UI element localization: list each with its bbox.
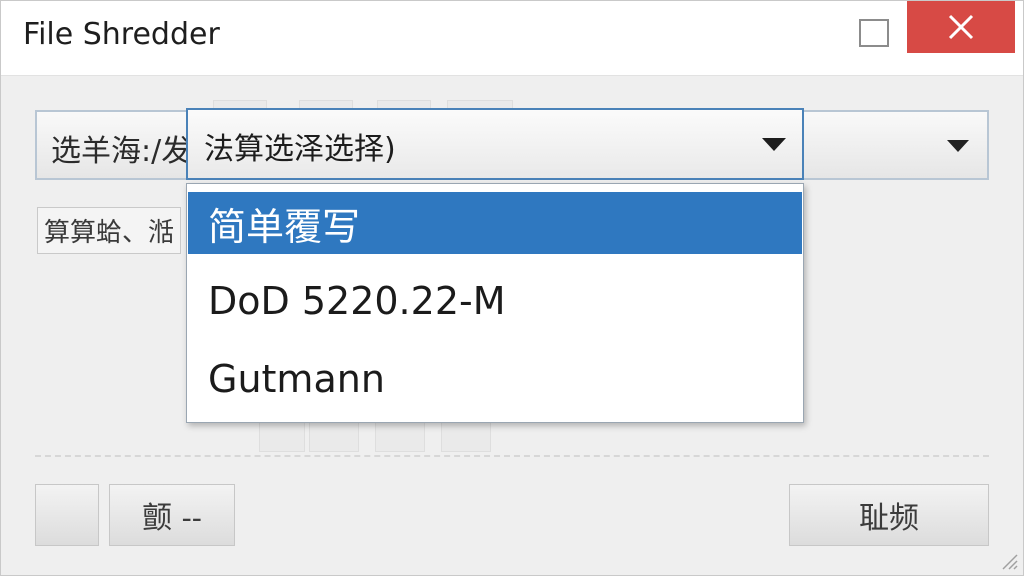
chevron-down-icon[interactable] bbox=[947, 140, 969, 152]
chevron-down-icon[interactable] bbox=[762, 138, 786, 151]
side-label: 算算蛤、湉 bbox=[37, 207, 182, 254]
options-button[interactable]: 颤 -- bbox=[109, 484, 235, 546]
window-title: File Shredder bbox=[23, 17, 220, 52]
resize-grip-icon[interactable] bbox=[999, 551, 1019, 571]
title-bar: File Shredder bbox=[1, 1, 1023, 76]
algorithm-select[interactable]: 法算选泽选择) bbox=[186, 108, 804, 180]
bottom-left-button[interactable] bbox=[35, 484, 99, 546]
algorithm-dropdown-list: 简单覆写 DoD 5220.22-M Gutmann bbox=[186, 183, 804, 423]
divider bbox=[35, 455, 989, 457]
dropdown-option-label: Gutmann bbox=[208, 357, 385, 401]
confirm-button[interactable]: 耻频 bbox=[789, 484, 989, 546]
dropdown-option-label: DoD 5220.22-M bbox=[208, 279, 506, 323]
maximize-button[interactable] bbox=[859, 19, 889, 47]
dropdown-option-label: 简单覆写 bbox=[208, 204, 361, 249]
close-button[interactable] bbox=[907, 1, 1015, 53]
dropdown-option-simple-overwrite[interactable]: 简单覆写 bbox=[188, 192, 802, 254]
close-icon bbox=[948, 14, 974, 40]
dropdown-option-dod[interactable]: DoD 5220.22-M bbox=[188, 270, 802, 332]
mode-select-label: 选羊海:/发 bbox=[51, 134, 191, 169]
dropdown-option-gutmann[interactable]: Gutmann bbox=[188, 348, 802, 410]
algorithm-select-value: 法算选泽选择) bbox=[204, 132, 396, 167]
